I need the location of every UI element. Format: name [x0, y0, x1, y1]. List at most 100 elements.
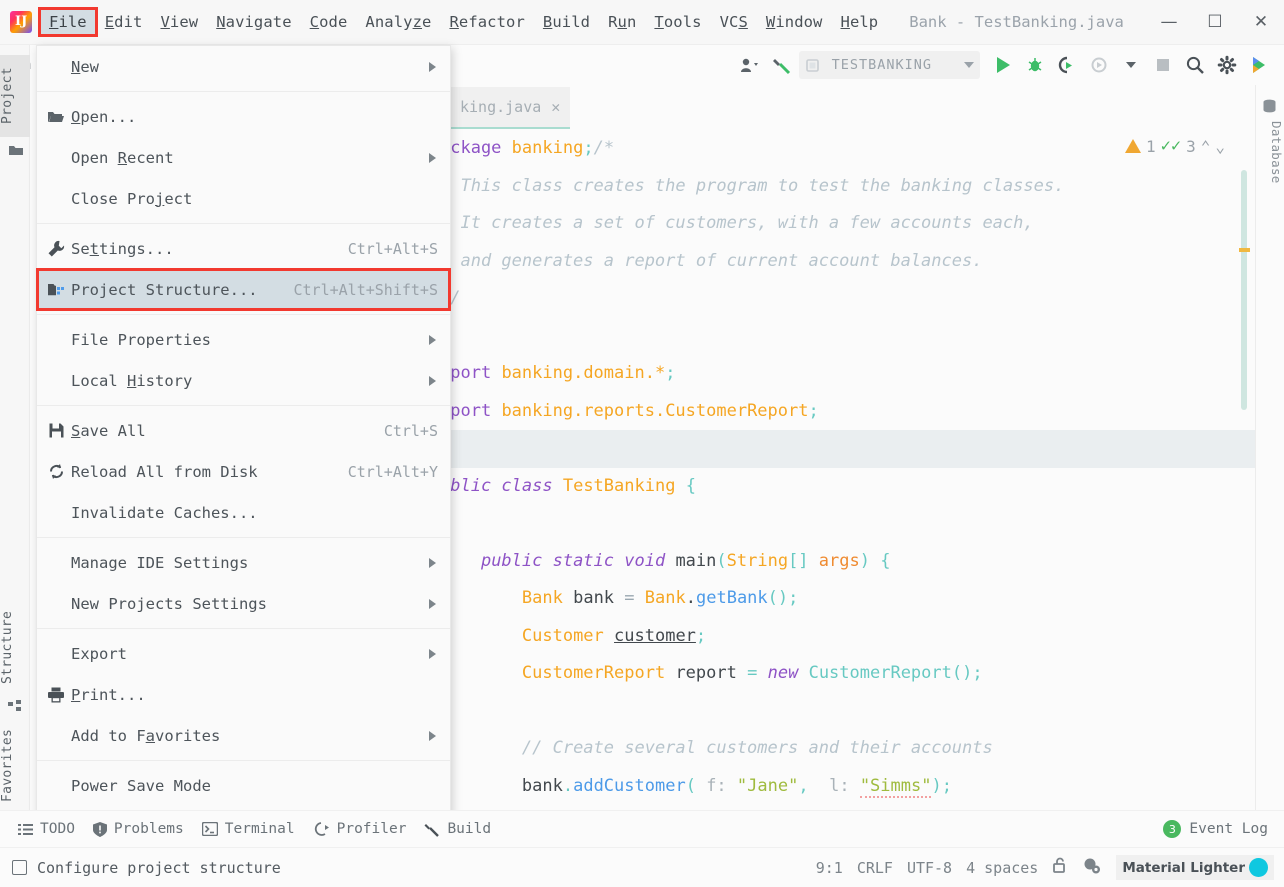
save-icon	[47, 422, 65, 440]
search-icon[interactable]	[1180, 50, 1210, 80]
file-menu-item-label: New	[71, 57, 100, 76]
menu-view[interactable]: View	[151, 9, 207, 35]
file-menu-item-power-save-mode[interactable]: Power Save Mode	[37, 765, 450, 806]
file-menu-item-project-structure[interactable]: Project Structure... Ctrl+Alt+Shift+S	[36, 268, 451, 311]
file-encoding[interactable]: UTF-8	[907, 859, 952, 877]
code-line[interactable]: Bank bank = Bank.getBank();	[440, 580, 1255, 618]
window-controls: — ☐ ✕	[1146, 0, 1284, 44]
file-menu-item-new[interactable]: New	[37, 46, 450, 87]
menu-refactor[interactable]: Refactor	[440, 9, 533, 35]
close-icon[interactable]: ✕	[551, 98, 560, 116]
folder-open-icon	[47, 108, 65, 126]
file-menu-item-export[interactable]: Export	[37, 633, 450, 674]
project-structure-icon	[47, 281, 65, 299]
bottom-tool-terminal[interactable]: Terminal	[201, 821, 295, 837]
file-menu-popup[interactable]: New Open... Open Recent Close Project Settin…	[36, 45, 451, 845]
menu-navigate[interactable]: Navigate	[207, 9, 300, 35]
code-line[interactable]: // Create several customers and their ac…	[440, 730, 1255, 768]
inspections-eye-icon[interactable]	[1082, 857, 1102, 878]
chevron-down-icon[interactable]	[964, 62, 974, 68]
theme-color-dot-icon	[1249, 858, 1268, 877]
menu-run[interactable]: Run	[599, 9, 645, 35]
line-separator[interactable]: CRLF	[857, 859, 893, 877]
run-configuration-selector[interactable]: TESTBANKING	[798, 51, 980, 79]
menu-edit[interactable]: Edit	[96, 9, 152, 35]
code-line[interactable]: CustomerReport report = new CustomerRepo…	[440, 655, 1255, 693]
menu-window[interactable]: Window	[757, 9, 832, 35]
tool-window-icon[interactable]	[12, 860, 27, 875]
file-menu-item-close-project[interactable]: Close Project	[37, 178, 450, 219]
code-line[interactable]	[440, 318, 1255, 356]
maximize-button[interactable]: ☐	[1192, 0, 1238, 44]
inspection-widget[interactable]: 1 ✓✓ 3 ⌃ ⌄	[1124, 136, 1225, 156]
build-hammer-icon	[424, 821, 440, 837]
run-icon[interactable]	[988, 50, 1018, 80]
sidebar-item-favorites[interactable]: Favorites	[0, 717, 30, 813]
bottom-tool-build[interactable]: Build	[424, 821, 491, 837]
sidebar-item-database[interactable]: Database	[1255, 121, 1284, 184]
menu-help[interactable]: Help	[832, 9, 888, 35]
file-menu-item-manage-ide-settings[interactable]: Manage IDE Settings	[37, 542, 450, 583]
code-line[interactable]: */	[440, 280, 1255, 318]
code-line[interactable]: ublic class TestBanking {	[440, 468, 1255, 506]
profile-icon[interactable]	[1084, 50, 1114, 80]
caret-position[interactable]: 9:1	[816, 859, 843, 877]
code-line[interactable]: * This class creates the program to test…	[440, 168, 1255, 206]
file-menu-item-print[interactable]: Print...	[37, 674, 450, 715]
file-menu-item-open[interactable]: Open...	[37, 96, 450, 137]
run-with-coverage-icon[interactable]	[1052, 50, 1082, 80]
code-line[interactable]	[440, 430, 1255, 468]
indent-setting[interactable]: 4 spaces	[966, 859, 1038, 877]
code-line[interactable]: * It creates a set of customers, with a …	[440, 205, 1255, 243]
code-line[interactable]: Customer customer;	[440, 618, 1255, 656]
file-menu-item-open-recent[interactable]: Open Recent	[37, 137, 450, 178]
code-line[interactable]: mport banking.reports.CustomerReport;	[440, 393, 1255, 431]
file-menu-item-settings[interactable]: Settings... Ctrl+Alt+S	[37, 228, 450, 269]
event-log-button[interactable]: 3 Event Log	[1163, 820, 1268, 838]
file-menu-item-save-all[interactable]: Save All Ctrl+S	[37, 410, 450, 451]
debug-icon[interactable]	[1020, 50, 1050, 80]
editor-scrollbar[interactable]	[1241, 170, 1247, 410]
file-menu-item-reload-all-from-disk[interactable]: Reload All from Disk Ctrl+Alt+Y	[37, 451, 450, 492]
code-content[interactable]: ackage banking;/* * This class creates th…	[440, 130, 1255, 805]
code-editor[interactable]: ▾ ▾ ▾ ▾ ackage banking;/** This class cr…	[440, 130, 1255, 810]
event-log-label: Event Log	[1189, 821, 1268, 837]
settings-gear-icon[interactable]	[1212, 50, 1242, 80]
ide-feature-icon[interactable]	[1244, 50, 1274, 80]
prev-problem-icon[interactable]: ⌃	[1201, 137, 1211, 156]
menu-code[interactable]: Code	[301, 9, 357, 35]
menu-analyze[interactable]: Analyze	[356, 9, 440, 35]
sidebar-item-structure[interactable]: Structure	[0, 600, 30, 694]
user-account-icon[interactable]	[735, 50, 765, 80]
editor-tab[interactable]: king.java ✕	[450, 87, 571, 129]
bottom-tool-profiler[interactable]: Profiler	[313, 821, 406, 837]
menu-build[interactable]: Build	[534, 9, 599, 35]
bottom-tool-todo[interactable]: TODO	[18, 821, 75, 837]
stop-icon[interactable]	[1148, 50, 1178, 80]
code-line[interactable]: public static void main(String[] args) {	[440, 543, 1255, 581]
file-menu-item-file-properties[interactable]: File Properties	[37, 319, 450, 360]
code-line[interactable]	[440, 693, 1255, 731]
close-button[interactable]: ✕	[1238, 0, 1284, 44]
menu-tools[interactable]: Tools	[645, 9, 710, 35]
file-menu-item-add-to-favorites[interactable]: Add to Favorites	[37, 715, 450, 756]
theme-switcher[interactable]: Material Lighter	[1116, 855, 1274, 880]
code-line[interactable]	[440, 505, 1255, 543]
minimize-button[interactable]: —	[1146, 0, 1192, 44]
chevron-down-icon[interactable]	[1116, 50, 1146, 80]
code-line[interactable]: mport banking.domain.*;	[440, 355, 1255, 393]
checkmark-icon: ✓✓	[1160, 136, 1182, 156]
menu-vcs[interactable]: VCS	[711, 9, 757, 35]
code-line[interactable]: * and generates a report of current acco…	[440, 243, 1255, 281]
next-problem-icon[interactable]: ⌄	[1215, 137, 1225, 156]
sidebar-item-project[interactable]: Project	[0, 55, 30, 137]
file-menu-item-new-projects-settings[interactable]: New Projects Settings	[37, 583, 450, 624]
menu-file[interactable]: File	[38, 7, 98, 37]
unlocked-icon[interactable]	[1052, 857, 1068, 878]
file-menu-item-invalidate-caches[interactable]: Invalidate Caches...	[37, 492, 450, 533]
editor-error-stripe-mark[interactable]	[1239, 248, 1250, 252]
build-hammer-icon[interactable]	[767, 50, 797, 80]
bottom-tool-problems[interactable]: Problems	[92, 821, 184, 837]
file-menu-item-local-history[interactable]: Local History	[37, 360, 450, 401]
code-line[interactable]: bank.addCustomer( f: "Jane", l: "Simms")…	[440, 768, 1255, 806]
